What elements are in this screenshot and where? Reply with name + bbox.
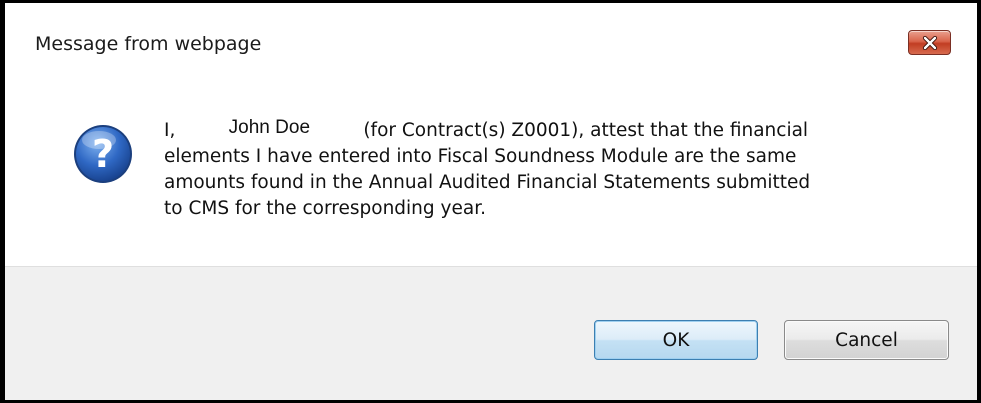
- ok-button[interactable]: OK: [594, 320, 758, 360]
- message-line-1-rest: (for Contract(s) Z0001), attest that the…: [363, 120, 809, 141]
- title-bar[interactable]: Message from webpage: [5, 3, 977, 85]
- message-dialog: Message from webpage ? I, John Doe (for …: [0, 0, 981, 403]
- user-name: John Doe: [228, 117, 311, 138]
- message-line-1: I, John Doe (for Contract(s) Z0001), attes…: [164, 117, 924, 144]
- svg-text:?: ?: [92, 132, 114, 176]
- close-button[interactable]: [908, 30, 951, 55]
- message-prefix: I,: [164, 120, 176, 141]
- message-line-3: amounts found in the Annual Audited Fina…: [164, 172, 811, 193]
- question-icon: ?: [74, 125, 132, 183]
- dialog-title: Message from webpage: [35, 33, 262, 55]
- message-line-2: elements I have entered into Fiscal Soun…: [164, 146, 797, 167]
- close-icon: [922, 35, 937, 50]
- message-line-4: to CMS for the corresponding year.: [164, 198, 486, 219]
- button-bar: OK Cancel: [5, 266, 977, 400]
- message-area: ? I, John Doe (for Contract(s) Z0001), att…: [5, 85, 977, 265]
- cancel-button[interactable]: Cancel: [784, 320, 949, 360]
- message-text: I, John Doe (for Contract(s) Z0001), attes…: [164, 117, 924, 222]
